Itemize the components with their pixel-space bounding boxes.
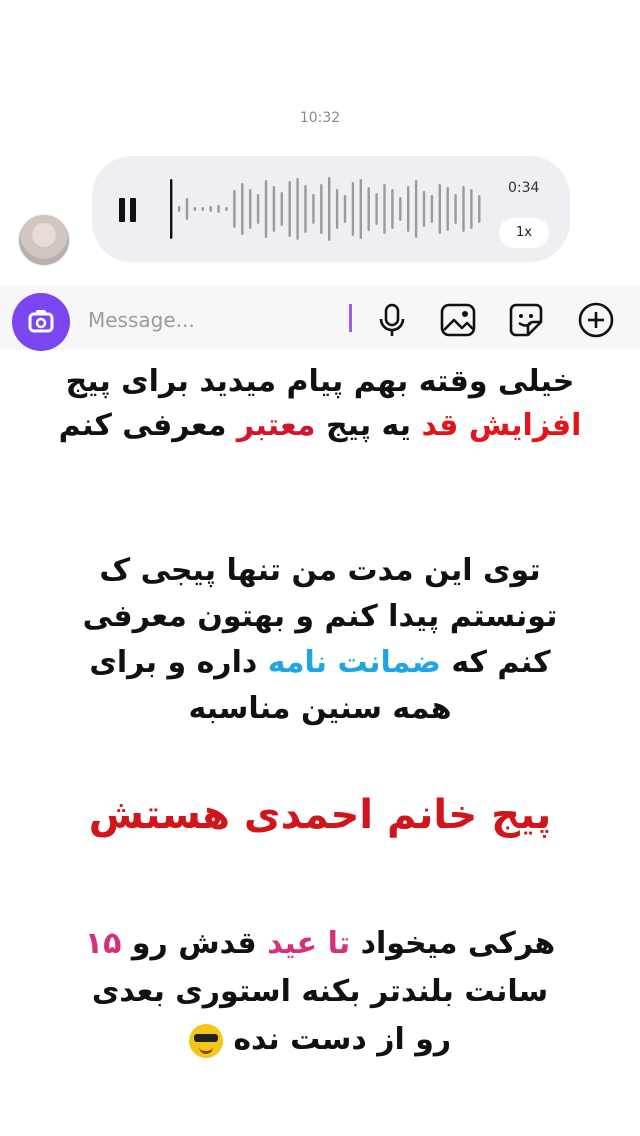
story-text: کنم که [451, 645, 551, 680]
playback-speed-button[interactable]: 1x [499, 218, 549, 248]
waveform-bar [249, 189, 252, 229]
message-timestamp: 10:32 [299, 110, 341, 126]
waveform-bar [185, 198, 189, 220]
waveform-bar [422, 191, 426, 227]
waveform-bar [470, 189, 473, 229]
voice-message-bubble[interactable]: 0:34 1x [92, 156, 570, 262]
story-text: رو از دست نده [233, 1022, 452, 1057]
waveform-bar [462, 186, 465, 232]
waveform-bar [430, 195, 434, 223]
gallery-icon[interactable] [438, 300, 478, 340]
waveform-bar [264, 180, 268, 238]
waveform-bar [446, 187, 449, 231]
highlight-number: ۱۵ [84, 926, 122, 961]
waveform-bar [288, 181, 291, 237]
waveform-bar [209, 206, 212, 212]
story-line: سانت بلندتر بکنه استوری بعدی [91, 974, 549, 1009]
story-text: داره و برای [89, 645, 258, 680]
sender-avatar[interactable] [18, 214, 70, 266]
message-input[interactable] [86, 302, 340, 338]
waveform-bar [177, 206, 181, 212]
waveform-bar [391, 189, 394, 229]
waveform-bar [359, 179, 362, 239]
story-line: همه سنین مناسبه [188, 691, 452, 726]
waveform-bar [367, 187, 370, 231]
story-text: یه پیج [325, 408, 412, 443]
waveform-bar [217, 205, 220, 213]
waveform-bar [272, 186, 276, 232]
pause-icon[interactable] [118, 198, 138, 222]
waveform-bar [478, 195, 481, 223]
story-text: قدش رو [131, 926, 257, 961]
text-cursor [349, 304, 352, 332]
waveform-bar [256, 194, 260, 224]
waveform-bar [225, 207, 228, 211]
waveform-bar [328, 177, 331, 241]
waveform-bar [375, 193, 378, 225]
story-text: معرفی کنم [58, 408, 227, 443]
microphone-icon[interactable] [372, 300, 412, 340]
story-paragraph-1: خیلی وقته بهم پیام میدید برای پیج افزایش… [0, 360, 640, 448]
story-line: کنم که ضمانت نامه داره و برای [0, 640, 640, 686]
story-paragraph-4: هرکی میخواد تا عید قدش رو ۱۵ سانت بلندتر… [0, 920, 640, 1064]
plus-icon[interactable] [576, 300, 616, 340]
waveform-bar [280, 192, 283, 226]
waveform-bar [296, 178, 299, 240]
waveform-bar [438, 184, 441, 234]
waveform-bar [335, 189, 339, 229]
story-line: رو از دست نده [0, 1016, 640, 1064]
waveform-bar [201, 207, 204, 211]
highlight-text: افزایش قد [421, 408, 582, 443]
waveform-bar [241, 183, 244, 235]
camera-icon [28, 310, 54, 333]
message-composer [0, 286, 640, 351]
story-line: هرکی میخواد تا عید قدش رو ۱۵ [0, 920, 640, 968]
waveform-bar [193, 207, 197, 211]
waveform-bar [233, 190, 236, 228]
waveform-bar [170, 179, 173, 239]
story-line: افزایش قد یه پیج معتبر معرفی کنم [0, 404, 640, 448]
highlight-text: معتبر [236, 408, 316, 443]
waveform-bar [399, 197, 402, 221]
waveform-icon[interactable] [168, 174, 488, 244]
highlight-text: ضمانت نامه [267, 645, 441, 680]
waveform-bar [351, 182, 355, 236]
voice-duration: 0:34 [508, 180, 540, 196]
camera-button[interactable] [12, 293, 70, 351]
waveform-bar [304, 185, 307, 233]
story-line: خیلی وقته بهم پیام میدید برای پیج [65, 364, 575, 399]
waveform-bar [407, 186, 410, 232]
waveform-bar [383, 184, 386, 234]
story-headline: پیج خانم احمدی هستش [88, 792, 552, 838]
story-line: توی این مدت من تنها پیجی ک [99, 553, 541, 588]
story-paragraph-2: توی این مدت من تنها پیجی ک تونستم پیدا ک… [0, 548, 640, 732]
highlight-text: تا عید [267, 926, 351, 961]
waveform-bar [320, 184, 323, 234]
waveform-bar [414, 180, 418, 238]
waveform-bar [343, 195, 347, 223]
sticker-icon[interactable] [506, 300, 546, 340]
story-text: هرکی میخواد [360, 926, 556, 961]
waveform-bar [312, 194, 315, 224]
sunglasses-emoji-icon [188, 1023, 223, 1058]
story-line: تونستم پیدا کنم و بهتون معرفی [82, 599, 558, 634]
waveform-bar [454, 194, 457, 224]
